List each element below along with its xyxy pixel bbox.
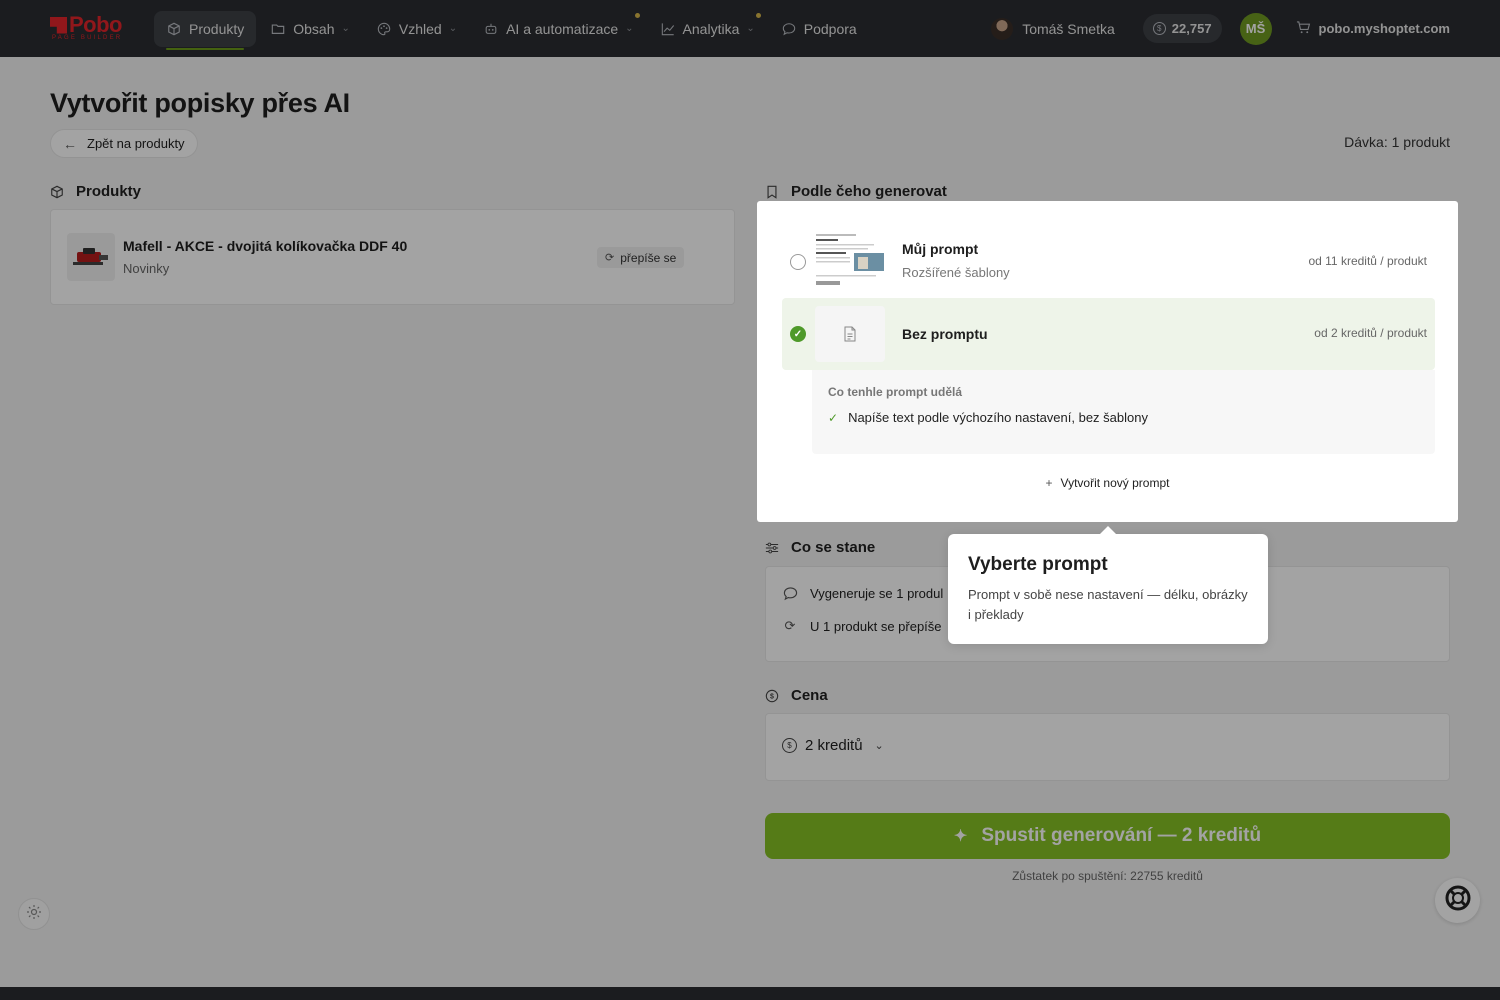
plus-icon: +: [1045, 476, 1053, 490]
create-new-prompt-button[interactable]: + Vytvořit nový prompt: [766, 476, 1449, 490]
prompt-preview-thumbnail: [814, 231, 886, 287]
radio-unchecked[interactable]: [790, 254, 806, 270]
prompt-option-no-prompt[interactable]: ✓ Bez promptu od 2 kreditů / produkt: [782, 298, 1435, 370]
onboarding-tooltip: Vyberte prompt Prompt v sobě nese nastav…: [948, 526, 1268, 644]
prompt-info-text: Napíše text podle výchozího nastavení, b…: [848, 410, 1148, 425]
prompt-info-item: ✓ Napíše text podle výchozího nastavení,…: [828, 410, 1148, 425]
prompt-info-title: Co tenhle prompt udělá: [828, 385, 963, 399]
radio-checked-icon[interactable]: ✓: [790, 326, 806, 342]
tooltip-body: Prompt v sobě nese nastavení — délku, ob…: [968, 587, 1248, 622]
prompt-option-title: Bez promptu: [902, 326, 988, 342]
prompt-option-subtitle: Rozšířené šablony: [902, 265, 1010, 280]
prompt-info-panel: Co tenhle prompt udělá ✓ Napíše text pod…: [812, 370, 1435, 454]
prompt-option-price: od 11 kreditů / produkt: [1308, 254, 1427, 268]
tooltip-title: Vyberte prompt: [968, 554, 1108, 575]
prompt-option-my-prompt[interactable]: Můj prompt Rozšířené šablony od 11 kredi…: [782, 226, 1435, 298]
create-new-prompt-label: Vytvořit nový prompt: [1060, 476, 1170, 490]
prompt-source-card: Můj prompt Rozšířené šablony od 11 kredi…: [765, 209, 1450, 514]
prompt-option-price: od 2 kreditů / produkt: [1314, 326, 1427, 340]
check-icon: ✓: [828, 410, 839, 425]
document-icon: [815, 306, 885, 362]
prompt-option-title: Můj prompt: [902, 241, 979, 257]
